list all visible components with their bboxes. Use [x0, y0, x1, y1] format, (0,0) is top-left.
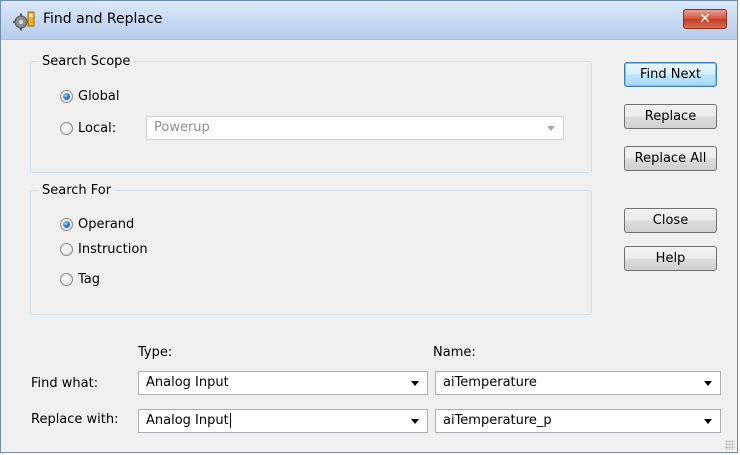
radio-local-button[interactable]: [60, 121, 73, 135]
chevron-down-icon: [411, 419, 419, 424]
replace-name-value: aiTemperature_p: [443, 413, 552, 428]
replace-type-select[interactable]: Analog Input: [138, 409, 428, 433]
radio-local-label: Local:: [78, 120, 117, 136]
chevron-down-icon: [704, 419, 712, 424]
find-type-value: Analog Input: [146, 375, 229, 390]
radio-tag-label: Tag: [78, 271, 101, 287]
local-scope-value: Powerup: [154, 120, 210, 135]
find-name-value: aiTemperature: [443, 375, 537, 390]
dialog-body: Search Scope Global Local: Powerup Searc…: [1, 40, 737, 452]
replace-type-value: Analog Input: [146, 413, 231, 428]
find-what-label: Find what:: [31, 376, 99, 391]
radio-operand-button[interactable]: [60, 217, 73, 231]
radio-operand-label: Operand: [78, 216, 135, 232]
find-name-select[interactable]: aiTemperature: [435, 371, 721, 395]
close-button[interactable]: Close: [624, 208, 717, 233]
gears-app-icon: [13, 11, 35, 31]
text-caret: [229, 413, 231, 428]
radio-local[interactable]: Local:: [60, 118, 116, 138]
radio-operand[interactable]: Operand: [60, 214, 134, 234]
local-scope-select[interactable]: Powerup: [146, 116, 564, 140]
close-icon: ✕: [699, 11, 711, 27]
radio-instruction-label: Instruction: [78, 241, 148, 257]
radio-tag-button[interactable]: [60, 272, 73, 286]
find-replace-dialog: Find and Replace ✕ Search Scope Global L…: [0, 0, 738, 453]
radio-global-label: Global: [78, 88, 120, 104]
replace-with-label: Replace with:: [31, 412, 119, 427]
search-for-legend: Search For: [42, 183, 112, 198]
title-bar[interactable]: Find and Replace ✕: [1, 1, 737, 40]
dialog-title: Find and Replace: [43, 11, 163, 27]
replace-button[interactable]: Replace: [624, 104, 717, 129]
window-close-button[interactable]: ✕: [683, 9, 727, 29]
radio-instruction[interactable]: Instruction: [60, 239, 148, 259]
replace-type-text: Analog Input: [146, 413, 229, 428]
find-type-select[interactable]: Analog Input: [138, 371, 428, 395]
help-button[interactable]: Help: [624, 246, 717, 271]
chevron-down-icon: [704, 381, 712, 386]
radio-global-button[interactable]: [60, 89, 73, 103]
radio-instruction-button[interactable]: [60, 242, 73, 256]
radio-global[interactable]: Global: [60, 86, 119, 106]
type-header: Type:: [138, 345, 173, 360]
chevron-down-icon: [411, 381, 419, 386]
name-header: Name:: [433, 345, 476, 360]
replace-name-select[interactable]: aiTemperature_p: [435, 409, 721, 433]
radio-tag[interactable]: Tag: [60, 269, 100, 289]
chevron-down-icon: [547, 126, 555, 131]
find-next-button[interactable]: Find Next: [624, 62, 717, 87]
search-scope-group: Search Scope: [30, 54, 592, 173]
replace-all-button[interactable]: Replace All: [624, 146, 717, 171]
search-scope-legend: Search Scope: [42, 54, 131, 69]
resize-grip-icon[interactable]: [725, 440, 735, 450]
